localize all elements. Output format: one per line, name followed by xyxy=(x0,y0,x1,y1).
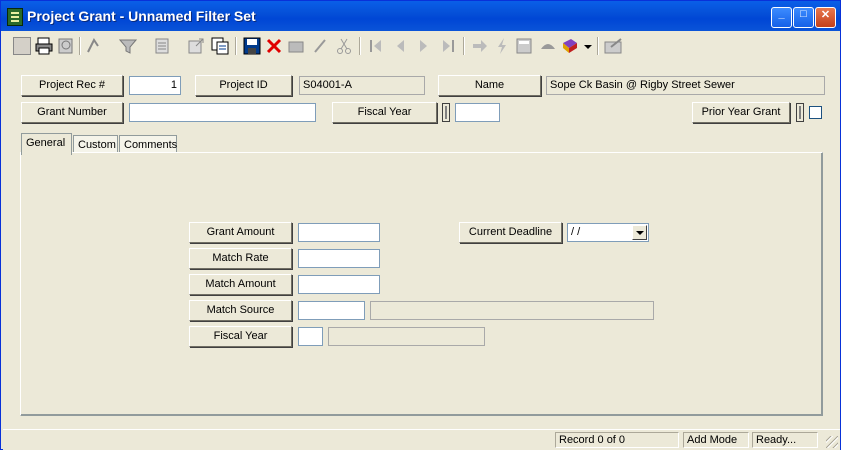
lightning-icon[interactable] xyxy=(493,37,511,55)
match-amount-label[interactable]: Match Amount xyxy=(189,274,292,295)
project-id-field: S04001-A xyxy=(299,76,425,95)
match-source-code-field[interactable] xyxy=(298,301,365,320)
resize-grip-icon[interactable] xyxy=(826,436,838,448)
project-id-label[interactable]: Project ID xyxy=(195,75,292,96)
project-rec-label[interactable]: Project Rec # xyxy=(21,75,123,96)
pen-icon[interactable] xyxy=(311,37,329,55)
export-icon[interactable] xyxy=(187,37,205,55)
app-window: Project Grant - Unnamed Filter Set _ □ ✕ xyxy=(0,0,841,450)
chevron-down-icon[interactable] xyxy=(632,225,647,240)
match-amount-field[interactable] xyxy=(298,275,380,294)
current-deadline-label[interactable]: Current Deadline xyxy=(459,222,562,243)
project-rec-field[interactable]: 1 xyxy=(129,76,181,95)
window-title: Project Grant - Unnamed Filter Set xyxy=(27,8,256,24)
last-record-icon[interactable] xyxy=(439,37,457,55)
fiscal-year-lookup-button[interactable] xyxy=(442,103,450,122)
grant-number-field[interactable] xyxy=(129,103,316,122)
title-bar[interactable]: Project Grant - Unnamed Filter Set _ □ ✕ xyxy=(1,1,840,31)
exit-icon[interactable] xyxy=(603,37,625,55)
prev-record-icon[interactable] xyxy=(391,37,409,55)
match-source-desc-field xyxy=(370,301,654,320)
state-status: Ready... xyxy=(752,432,818,448)
calc-icon[interactable] xyxy=(515,37,533,55)
filter-icon[interactable] xyxy=(118,37,138,55)
match-source-label[interactable]: Match Source xyxy=(189,300,292,321)
goto-icon[interactable] xyxy=(471,37,489,55)
prior-year-grant-label[interactable]: Prior Year Grant xyxy=(692,102,790,123)
grant-amount-field[interactable] xyxy=(298,223,380,242)
fiscal-year-label[interactable]: Fiscal Year xyxy=(332,102,437,123)
toolbar-separator xyxy=(235,37,237,55)
save-icon[interactable] xyxy=(243,37,261,55)
app-icon xyxy=(7,8,23,26)
form-view-icon[interactable] xyxy=(13,37,31,55)
book-icon[interactable] xyxy=(561,37,579,55)
report-icon[interactable] xyxy=(153,37,171,55)
maximize-button[interactable]: □ xyxy=(793,7,814,28)
chevron-down-icon[interactable] xyxy=(583,37,593,55)
match-rate-field[interactable] xyxy=(298,249,380,268)
copy-icon[interactable] xyxy=(211,37,229,55)
toolbar-separator xyxy=(359,37,361,55)
current-deadline-field[interactable]: / / xyxy=(567,223,649,242)
close-button[interactable]: ✕ xyxy=(815,7,836,28)
toolbar-separator xyxy=(597,37,599,55)
grant-number-label[interactable]: Grant Number xyxy=(21,102,123,123)
general-fiscal-year-label[interactable]: Fiscal Year xyxy=(189,326,292,347)
minimize-button[interactable]: _ xyxy=(771,7,792,28)
prior-year-grant-checkbox[interactable] xyxy=(809,106,822,119)
general-fiscal-year-code-field[interactable] xyxy=(298,327,323,346)
record-status: Record 0 of 0 xyxy=(555,432,679,448)
minimize-icon: _ xyxy=(778,8,785,20)
next-record-icon[interactable] xyxy=(415,37,433,55)
general-panel: Grant Amount Match Rate Match Amount Mat… xyxy=(20,152,823,416)
status-bar: Record 0 of 0 Add Mode Ready... xyxy=(3,429,840,450)
grant-amount-label[interactable]: Grant Amount xyxy=(189,222,292,243)
query-icon[interactable] xyxy=(85,37,103,55)
toolbar-separator xyxy=(463,37,465,55)
prior-year-grant-lookup-button[interactable] xyxy=(796,103,804,122)
tab-general[interactable]: General xyxy=(21,133,72,155)
delete-icon[interactable] xyxy=(265,37,283,55)
print-icon[interactable] xyxy=(35,37,53,55)
name-label[interactable]: Name xyxy=(438,75,541,96)
name-field: Sope Ck Basin @ Rigby Street Sewer xyxy=(546,76,825,95)
toolbar-separator xyxy=(79,37,81,55)
general-fiscal-year-desc-field xyxy=(328,327,485,346)
edit-icon[interactable] xyxy=(287,37,305,55)
maximize-icon: □ xyxy=(800,8,807,20)
cut-icon[interactable] xyxy=(335,37,353,55)
toolbar xyxy=(7,34,627,58)
mode-status: Add Mode xyxy=(683,432,749,448)
match-rate-label[interactable]: Match Rate xyxy=(189,248,292,269)
eraser-icon[interactable] xyxy=(539,37,557,55)
print-preview-icon[interactable] xyxy=(57,37,75,55)
fiscal-year-field[interactable] xyxy=(455,103,500,122)
first-record-icon[interactable] xyxy=(367,37,385,55)
close-icon: ✕ xyxy=(820,9,831,21)
current-deadline-value: / / xyxy=(571,226,581,238)
